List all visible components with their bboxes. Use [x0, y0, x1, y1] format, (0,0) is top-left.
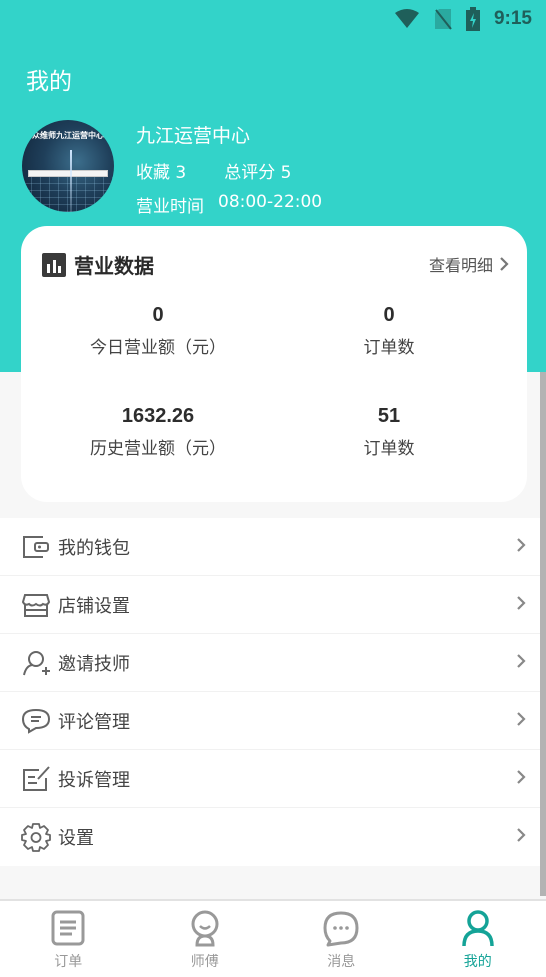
avatar-beam: [70, 150, 72, 212]
gear-icon: [20, 821, 52, 853]
message-icon: [323, 911, 359, 947]
stat-value: 0: [383, 304, 395, 326]
chevron-right-icon: [500, 257, 509, 271]
hours-value: 08:00-22:00: [218, 192, 323, 212]
tab-profile[interactable]: 我的: [410, 901, 546, 977]
bar-chart-icon: [42, 252, 66, 277]
avatar-text: 众维师九江运营中心: [32, 131, 104, 140]
stat-label: 今日营业额（元）: [90, 338, 226, 358]
menu-item-wallet[interactable]: 我的钱包: [0, 518, 540, 576]
chevron-right-icon: [517, 828, 526, 842]
status-bar: 9:15: [0, 0, 546, 38]
stat-label: 订单数: [363, 338, 415, 358]
status-time: 9:15: [493, 8, 532, 29]
view-details-link[interactable]: 查看明细: [429, 252, 509, 276]
menu-label: 店铺设置: [58, 595, 130, 617]
tab-label: 订单: [54, 954, 83, 970]
wifi-icon: [394, 9, 419, 28]
rating-score: 总评分 5: [224, 163, 292, 183]
stat-value: 51: [377, 405, 401, 427]
tab-orders[interactable]: 订单: [0, 901, 137, 977]
master-icon: [191, 910, 219, 947]
store-stats: 收藏 3 总评分 5: [136, 158, 291, 183]
comment-icon: [20, 705, 52, 737]
chevron-right-icon: [517, 654, 526, 668]
hours-label: 营业时间: [136, 197, 204, 217]
view-details-label: 查看明细: [428, 256, 493, 275]
battery-charging-icon: [465, 7, 480, 31]
wallet-icon: [20, 531, 52, 563]
tab-label: 师傅: [190, 954, 219, 970]
avatar[interactable]: 众维师九江运营中心: [22, 120, 114, 212]
complaint-icon: [20, 763, 52, 795]
profile-icon: [462, 910, 494, 947]
chevron-right-icon: [517, 538, 526, 552]
avatar-grid: [22, 177, 114, 212]
no-sim-icon: [434, 9, 452, 30]
tab-masters[interactable]: 师傅: [137, 901, 274, 977]
menu-item-settings[interactable]: 设置: [0, 808, 540, 866]
menu-list: 我的钱包 店铺设置 邀请技师 评论管理 投诉管理 设置: [0, 518, 540, 866]
tab-label: 我的: [463, 954, 492, 970]
stat-value: 1632.26: [121, 405, 195, 427]
order-list-icon: [51, 910, 85, 946]
today-orders-stat: 0 订单数: [264, 304, 514, 358]
bottom-tab-bar: 订单 师傅 消息 我的: [0, 899, 546, 977]
chevron-right-icon: [517, 596, 526, 610]
card-header: 营业数据: [42, 250, 154, 279]
menu-item-comment-management[interactable]: 评论管理: [0, 692, 540, 750]
menu-item-invite-technician[interactable]: 邀请技师: [0, 634, 540, 692]
business-hours: 营业时间 08:00-22:00: [136, 192, 322, 217]
menu-label: 投诉管理: [58, 769, 130, 791]
scrollbar[interactable]: [540, 372, 546, 896]
store-name: 九江运营中心: [136, 125, 251, 147]
stat-label: 订单数: [363, 439, 415, 459]
card-title: 营业数据: [74, 254, 154, 278]
menu-item-store-settings[interactable]: 店铺设置: [0, 576, 540, 634]
tab-messages[interactable]: 消息: [273, 901, 410, 977]
stat-value: 0: [152, 304, 164, 326]
invite-user-icon: [20, 647, 52, 679]
store-icon: [20, 589, 52, 621]
business-data-card: 营业数据 查看明细 0 今日营业额（元） 0 订单数 1632.26 历史营业额…: [21, 226, 527, 502]
page-title: 我的: [26, 69, 72, 95]
menu-label: 设置: [58, 828, 94, 849]
history-revenue-stat: 1632.26 历史营业额（元）: [33, 405, 283, 459]
history-orders-stat: 51 订单数: [264, 405, 514, 459]
today-revenue-stat: 0 今日营业额（元）: [33, 304, 283, 358]
menu-item-complaint-management[interactable]: 投诉管理: [0, 750, 540, 808]
tab-label: 消息: [327, 954, 356, 970]
menu-label: 邀请技师: [58, 653, 130, 675]
avatar-banner: [28, 170, 108, 177]
chevron-right-icon: [517, 712, 526, 726]
stat-label: 历史营业额（元）: [90, 439, 226, 459]
chevron-right-icon: [517, 770, 526, 784]
menu-label: 评论管理: [58, 711, 130, 733]
menu-label: 我的钱包: [58, 537, 130, 559]
favorites-count: 收藏 3: [136, 163, 187, 183]
